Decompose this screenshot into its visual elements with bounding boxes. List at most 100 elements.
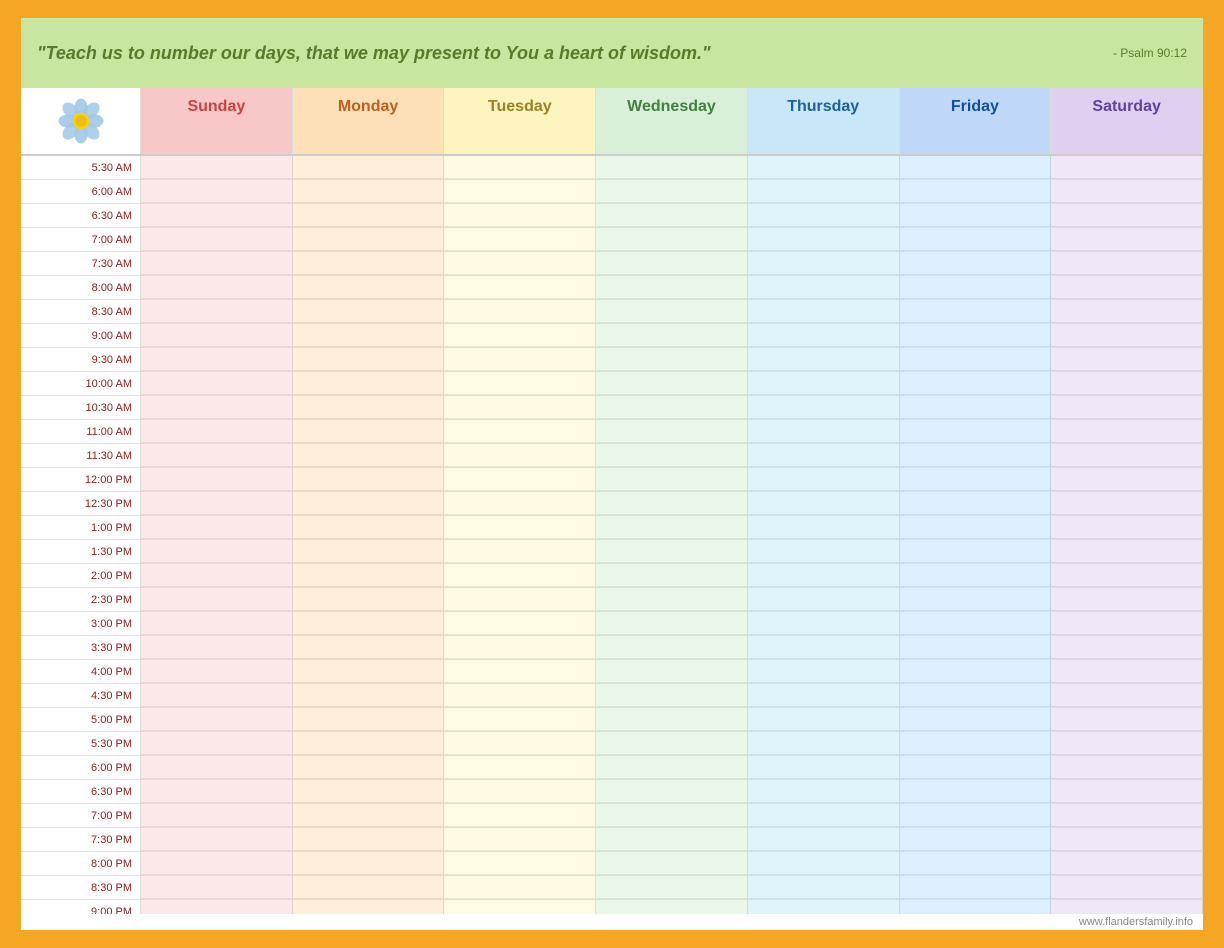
time-cell[interactable] xyxy=(900,756,1052,779)
time-cell[interactable] xyxy=(141,612,293,635)
time-cell[interactable] xyxy=(748,660,900,683)
time-cell[interactable] xyxy=(141,828,293,851)
time-cell[interactable] xyxy=(748,276,900,299)
time-cell[interactable] xyxy=(748,492,900,515)
time-cell[interactable] xyxy=(900,180,1052,203)
time-cell[interactable] xyxy=(596,876,748,899)
time-cell[interactable] xyxy=(900,564,1052,587)
time-cell[interactable] xyxy=(596,468,748,491)
time-cell[interactable] xyxy=(1051,684,1203,707)
time-cell[interactable] xyxy=(444,324,596,347)
time-cell[interactable] xyxy=(293,732,445,755)
time-cell[interactable] xyxy=(1051,492,1203,515)
time-cell[interactable] xyxy=(1051,780,1203,803)
time-cell[interactable] xyxy=(900,396,1052,419)
time-cell[interactable] xyxy=(444,372,596,395)
time-cell[interactable] xyxy=(748,732,900,755)
time-cell[interactable] xyxy=(900,876,1052,899)
time-cell[interactable] xyxy=(444,804,596,827)
time-cell[interactable] xyxy=(596,828,748,851)
time-cell[interactable] xyxy=(293,228,445,251)
time-cell[interactable] xyxy=(900,420,1052,443)
time-cell[interactable] xyxy=(293,252,445,275)
time-cell[interactable] xyxy=(444,348,596,371)
time-cell[interactable] xyxy=(444,444,596,467)
time-cell[interactable] xyxy=(141,708,293,731)
time-cell[interactable] xyxy=(1051,156,1203,179)
time-cell[interactable] xyxy=(596,300,748,323)
time-cell[interactable] xyxy=(1051,468,1203,491)
time-cell[interactable] xyxy=(141,204,293,227)
time-cell[interactable] xyxy=(141,492,293,515)
time-cell[interactable] xyxy=(748,564,900,587)
time-cell[interactable] xyxy=(293,444,445,467)
time-cell[interactable] xyxy=(141,900,293,914)
time-cell[interactable] xyxy=(444,900,596,914)
time-cell[interactable] xyxy=(596,348,748,371)
time-cell[interactable] xyxy=(1051,372,1203,395)
time-cell[interactable] xyxy=(900,828,1052,851)
time-cell[interactable] xyxy=(293,468,445,491)
time-cell[interactable] xyxy=(444,636,596,659)
time-cell[interactable] xyxy=(596,372,748,395)
time-cell[interactable] xyxy=(141,444,293,467)
time-cell[interactable] xyxy=(596,660,748,683)
time-cell[interactable] xyxy=(444,852,596,875)
time-cell[interactable] xyxy=(444,276,596,299)
time-cell[interactable] xyxy=(1051,276,1203,299)
time-cell[interactable] xyxy=(748,684,900,707)
time-cell[interactable] xyxy=(900,708,1052,731)
time-cell[interactable] xyxy=(293,420,445,443)
time-cell[interactable] xyxy=(596,324,748,347)
time-cell[interactable] xyxy=(141,564,293,587)
time-cell[interactable] xyxy=(293,876,445,899)
time-cell[interactable] xyxy=(444,252,596,275)
time-cell[interactable] xyxy=(141,588,293,611)
time-cell[interactable] xyxy=(748,156,900,179)
time-cell[interactable] xyxy=(444,780,596,803)
time-cell[interactable] xyxy=(596,444,748,467)
time-cell[interactable] xyxy=(900,852,1052,875)
time-cell[interactable] xyxy=(900,252,1052,275)
time-cell[interactable] xyxy=(596,276,748,299)
time-cell[interactable] xyxy=(900,204,1052,227)
time-cell[interactable] xyxy=(748,756,900,779)
time-cell[interactable] xyxy=(900,324,1052,347)
time-cell[interactable] xyxy=(141,252,293,275)
time-cell[interactable] xyxy=(141,852,293,875)
time-cell[interactable] xyxy=(1051,636,1203,659)
time-cell[interactable] xyxy=(748,876,900,899)
time-cell[interactable] xyxy=(596,588,748,611)
time-cell[interactable] xyxy=(141,156,293,179)
time-cell[interactable] xyxy=(748,324,900,347)
time-cell[interactable] xyxy=(293,276,445,299)
time-cell[interactable] xyxy=(444,468,596,491)
time-cell[interactable] xyxy=(748,300,900,323)
time-cell[interactable] xyxy=(444,156,596,179)
time-cell[interactable] xyxy=(596,852,748,875)
time-cell[interactable] xyxy=(293,204,445,227)
time-cell[interactable] xyxy=(900,156,1052,179)
time-cell[interactable] xyxy=(293,348,445,371)
time-cell[interactable] xyxy=(293,852,445,875)
time-cell[interactable] xyxy=(900,804,1052,827)
time-cell[interactable] xyxy=(141,180,293,203)
time-cell[interactable] xyxy=(596,780,748,803)
time-cell[interactable] xyxy=(444,684,596,707)
time-cell[interactable] xyxy=(900,900,1052,914)
time-cell[interactable] xyxy=(596,636,748,659)
time-cell[interactable] xyxy=(293,396,445,419)
time-cell[interactable] xyxy=(1051,540,1203,563)
time-cell[interactable] xyxy=(900,492,1052,515)
time-cell[interactable] xyxy=(748,468,900,491)
time-cell[interactable] xyxy=(596,420,748,443)
time-cell[interactable] xyxy=(141,348,293,371)
time-cell[interactable] xyxy=(596,180,748,203)
time-cell[interactable] xyxy=(748,708,900,731)
time-cell[interactable] xyxy=(748,636,900,659)
time-cell[interactable] xyxy=(1051,180,1203,203)
time-cell[interactable] xyxy=(293,636,445,659)
time-cell[interactable] xyxy=(900,372,1052,395)
time-cell[interactable] xyxy=(748,804,900,827)
time-cell[interactable] xyxy=(596,228,748,251)
